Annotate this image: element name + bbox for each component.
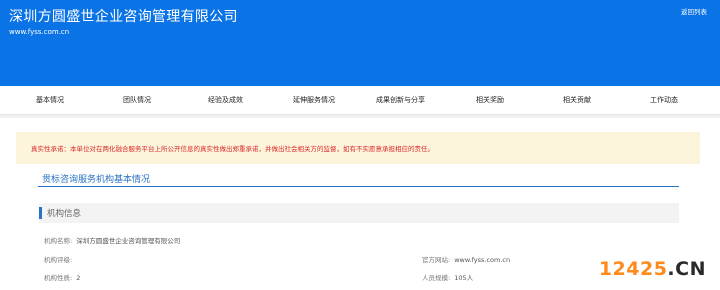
notice-text: 真实性承诺：本单位对在两化融合服务平台上所公开信息的真实性做出郑重承诺，并做出社… xyxy=(31,145,434,153)
section-divider xyxy=(38,186,679,187)
nav-item-basic[interactable]: 基本情况 xyxy=(36,86,64,114)
info-label: 官方网站: xyxy=(422,256,451,264)
info-value-link[interactable]: www.fyss.com.cn xyxy=(454,256,510,264)
subsection-title: 机构信息 xyxy=(47,209,82,219)
subsection-accent-bar xyxy=(39,207,42,219)
info-website: 官方网站: www.fyss.com.cn xyxy=(422,254,510,264)
nav-item-innovation[interactable]: 成果创新与分享 xyxy=(376,86,425,114)
section-title: 贯标咨询服务机构基本情况 xyxy=(42,175,151,185)
info-org-name: 机构名称: 深圳方圆盛世企业咨询管理有限公司 xyxy=(44,235,180,245)
watermark-rest: .CN xyxy=(667,258,706,280)
nav-item-team[interactable]: 团队情况 xyxy=(123,86,151,114)
back-to-list-link[interactable]: 返回列表 xyxy=(681,6,707,16)
company-url[interactable]: www.fyss.com.cn xyxy=(9,28,69,36)
nav-item-contributions[interactable]: 相关贡献 xyxy=(563,86,591,114)
nav-item-awards[interactable]: 相关奖励 xyxy=(476,86,504,114)
info-label: 机构名称: xyxy=(44,237,73,245)
info-label: 人员规模: xyxy=(422,274,451,282)
info-value: 105人 xyxy=(454,274,474,282)
watermark-accent: 12425 xyxy=(598,258,668,280)
info-value: 2 xyxy=(76,274,81,282)
company-title: 深圳方圆盛世企业咨询管理有限公司 xyxy=(9,9,238,25)
site-watermark-logo: 12425.CN xyxy=(599,258,706,280)
info-label: 机构性质: xyxy=(44,274,73,282)
nav-item-extended-services[interactable]: 延伸服务情况 xyxy=(293,86,335,114)
nav-item-news[interactable]: 工作动态 xyxy=(650,86,678,114)
header-banner: 深圳方圆盛世企业咨询管理有限公司 www.fyss.com.cn 返回列表 xyxy=(0,0,720,86)
nav-item-experience[interactable]: 经验及成效 xyxy=(208,86,243,114)
info-nature: 机构性质: 2 xyxy=(44,272,80,282)
info-label: 机构评级: xyxy=(44,256,73,264)
info-value: 深圳方圆盛世企业咨询管理有限公司 xyxy=(76,237,181,245)
authenticity-notice: 真实性承诺：本单位对在两化融合服务平台上所公开信息的真实性做出郑重承诺，并做出社… xyxy=(16,132,700,164)
nav-bar: 基本情况 团队情况 经验及成效 延伸服务情况 成果创新与分享 相关奖励 相关贡献… xyxy=(0,86,720,115)
subsection-header: 机构信息 xyxy=(39,203,679,223)
info-rating: 机构评级: xyxy=(44,254,76,264)
info-staff-size: 人员规模: 105人 xyxy=(422,272,473,282)
